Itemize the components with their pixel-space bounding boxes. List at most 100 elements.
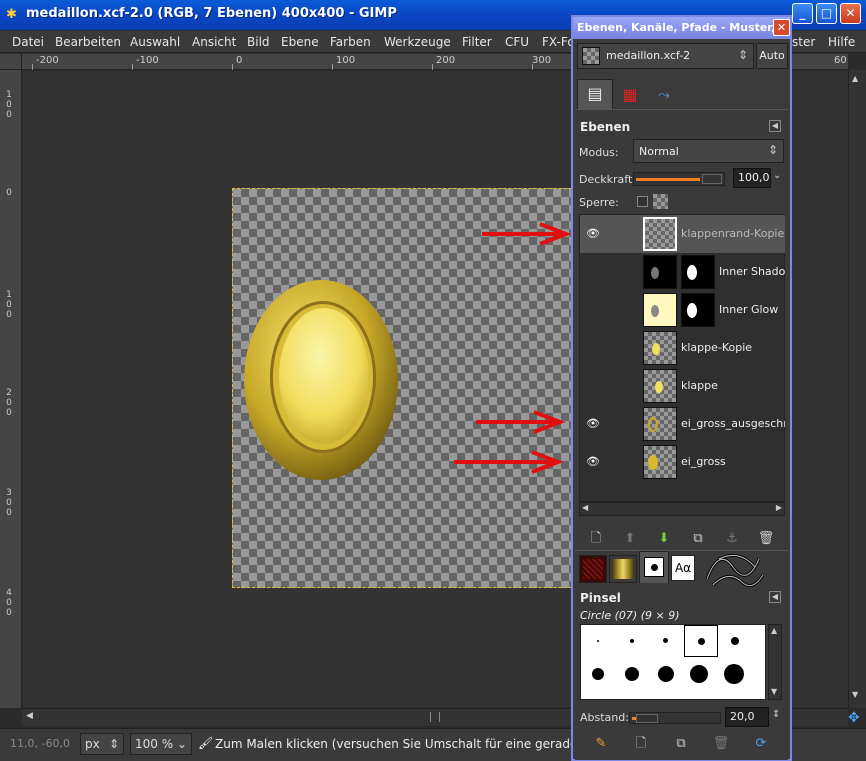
scroll-up-icon[interactable]: ▲ (771, 626, 777, 635)
lower-layer-button[interactable]: ⬇ (653, 529, 675, 549)
scroll-thumb[interactable] (430, 712, 440, 722)
new-brush-button[interactable]: 🗋 (630, 734, 652, 754)
layer-row[interactable]: 👁 ei_gross (580, 443, 785, 481)
scroll-right-icon[interactable]: ▶ (776, 503, 782, 512)
menu-farben[interactable]: Farben (330, 35, 371, 49)
eye-icon[interactable]: 👁 (586, 417, 604, 430)
layer-name: klappenrand-Kopie (681, 227, 785, 240)
arrow-down-icon: ⬇ (658, 531, 670, 546)
tab-paths[interactable]: ⤳ (647, 81, 681, 109)
ruler-label: 60 (834, 55, 847, 66)
layer-thumbnail (643, 331, 677, 365)
layer-row[interactable]: klappe (580, 367, 785, 405)
spacing-label: Abstand: (580, 711, 629, 724)
navigate-icon[interactable]: ✥ (848, 710, 860, 726)
layer-row[interactable]: Inner Glow (580, 291, 785, 329)
menu-bearbeiten[interactable]: Bearbeiten (55, 35, 121, 49)
layers-icon: ▤ (587, 84, 603, 103)
menu-ansicht[interactable]: Ansicht (192, 35, 236, 49)
menu-werkzeuge[interactable]: Werkzeuge (384, 35, 451, 49)
layer-name: Inner Shadow (719, 265, 785, 278)
vertical-scrollbar[interactable]: ▲ ▼ (848, 70, 866, 708)
spacing-value[interactable]: 20,0 (725, 707, 769, 727)
opacity-value[interactable]: 100,0 (733, 168, 771, 188)
chevron-updown-icon: ⇕ (768, 143, 779, 157)
new-brush-icon: 🗋 (635, 736, 647, 751)
layer-row[interactable]: 👁 klappenrand-Kopie (580, 215, 785, 253)
lock-alpha-icon[interactable] (653, 194, 668, 209)
chevron-down-icon[interactable]: ⌄ (773, 170, 781, 181)
brush-grid-scrollbar[interactable]: ▲ ▼ (768, 624, 782, 700)
menu-ebene[interactable]: Ebene (281, 35, 319, 49)
eye-icon[interactable]: 👁 (586, 227, 604, 240)
layer-name: ei_gross_ausgeschnitten (681, 417, 785, 430)
ruler-label: 1 0 0 (6, 290, 12, 320)
ruler-label: -200 (36, 55, 59, 66)
mode-select[interactable]: Normal ⇕ (633, 139, 784, 163)
slider-handle[interactable] (636, 714, 658, 723)
delete-brush-button[interactable]: 🗑 (710, 734, 732, 754)
scroll-up-icon[interactable]: ▲ (852, 74, 863, 84)
layer-name: Inner Glow (719, 303, 779, 316)
opacity-label: Deckkraft: (579, 173, 636, 186)
unit-value: px (85, 737, 100, 751)
layer-thumbnail (643, 217, 677, 251)
layer-row[interactable]: klappe-Kopie (580, 329, 785, 367)
menu-fx-foundry[interactable]: FX-Fo (542, 35, 575, 49)
duplicate-brush-button[interactable]: ⧉ (670, 734, 692, 754)
chevron-updown-icon[interactable]: ⇕ (772, 709, 780, 720)
opacity-slider[interactable] (633, 172, 725, 186)
ruler-label: 3 0 0 (6, 488, 12, 518)
panel-menu-icon[interactable]: ◀ (769, 591, 781, 603)
refresh-brushes-button[interactable]: ⟳ (750, 734, 772, 754)
lock-pixels-checkbox[interactable] (637, 196, 648, 207)
quick-mask-corner[interactable] (0, 54, 22, 70)
brush-name: Circle (07) (9 × 9) (580, 609, 680, 622)
menu-bild[interactable]: Bild (247, 35, 270, 49)
scroll-left-icon[interactable]: ◀ (582, 503, 588, 512)
tab-fonts[interactable]: Aα (671, 555, 695, 581)
minimize-button[interactable]: _ (792, 3, 813, 24)
slider-handle[interactable] (702, 174, 722, 184)
ruler-label: 2 0 0 (6, 388, 12, 418)
menu-auswahl[interactable]: Auswahl (130, 35, 180, 49)
window-title: medaillon.xcf-2.0 (RGB, 7 Ebenen) 400x40… (26, 6, 397, 21)
panel-menu-icon[interactable]: ◀ (769, 120, 781, 132)
edit-brush-button[interactable]: ✎ (590, 734, 612, 754)
menu-hilfe[interactable]: Hilfe (828, 35, 855, 49)
layer-list-hscroll[interactable]: ◀ ▶ (579, 502, 785, 516)
tab-brushes[interactable] (639, 551, 669, 583)
menu-filter[interactable]: Filter (462, 35, 492, 49)
maximize-button[interactable]: □ (816, 3, 837, 24)
dock-close-button[interactable]: ✕ (773, 19, 790, 36)
spacing-slider[interactable] (629, 712, 721, 724)
zoom-select[interactable]: 100 % ⌄ (130, 733, 192, 755)
raise-layer-button[interactable]: ⬆ (619, 529, 641, 549)
signature-watermark (705, 553, 765, 588)
layer-row[interactable]: 👁 ei_gross_ausgeschnitten (580, 405, 785, 443)
auto-button[interactable]: Auto (756, 43, 788, 69)
layer-row[interactable]: Inner Shadow (580, 253, 785, 291)
ruler-label: 1 0 0 (6, 90, 12, 120)
menu-datei[interactable]: Datei (12, 35, 44, 49)
close-button[interactable]: ✕ (840, 3, 861, 24)
tab-gradients[interactable] (609, 555, 637, 583)
brush-grid[interactable] (580, 624, 766, 700)
image-selector[interactable]: medaillon.xcf-2 ⇕ (577, 43, 754, 69)
tab-patterns[interactable] (579, 555, 607, 583)
arrow-annotation (482, 222, 572, 246)
menu-cfu[interactable]: CFU (505, 35, 529, 49)
eye-icon[interactable]: 👁 (586, 455, 604, 468)
scroll-left-icon[interactable]: ◀ (26, 711, 33, 721)
new-layer-button[interactable]: 🗋 (585, 529, 607, 549)
menu-muster[interactable]: ster (792, 35, 815, 49)
chevron-updown-icon: ⇕ (738, 48, 749, 62)
selected-brush[interactable] (684, 625, 718, 657)
new-layer-icon: 🗋 (590, 531, 602, 546)
scroll-down-icon[interactable]: ▼ (771, 687, 777, 696)
scroll-down-icon[interactable]: ▼ (852, 690, 863, 700)
tab-layers[interactable]: ▤ (577, 79, 613, 109)
unit-select[interactable]: px ⇕ (80, 733, 124, 755)
font-tab-text: Aα (674, 561, 692, 575)
tab-channels[interactable]: ▦ (613, 81, 647, 109)
